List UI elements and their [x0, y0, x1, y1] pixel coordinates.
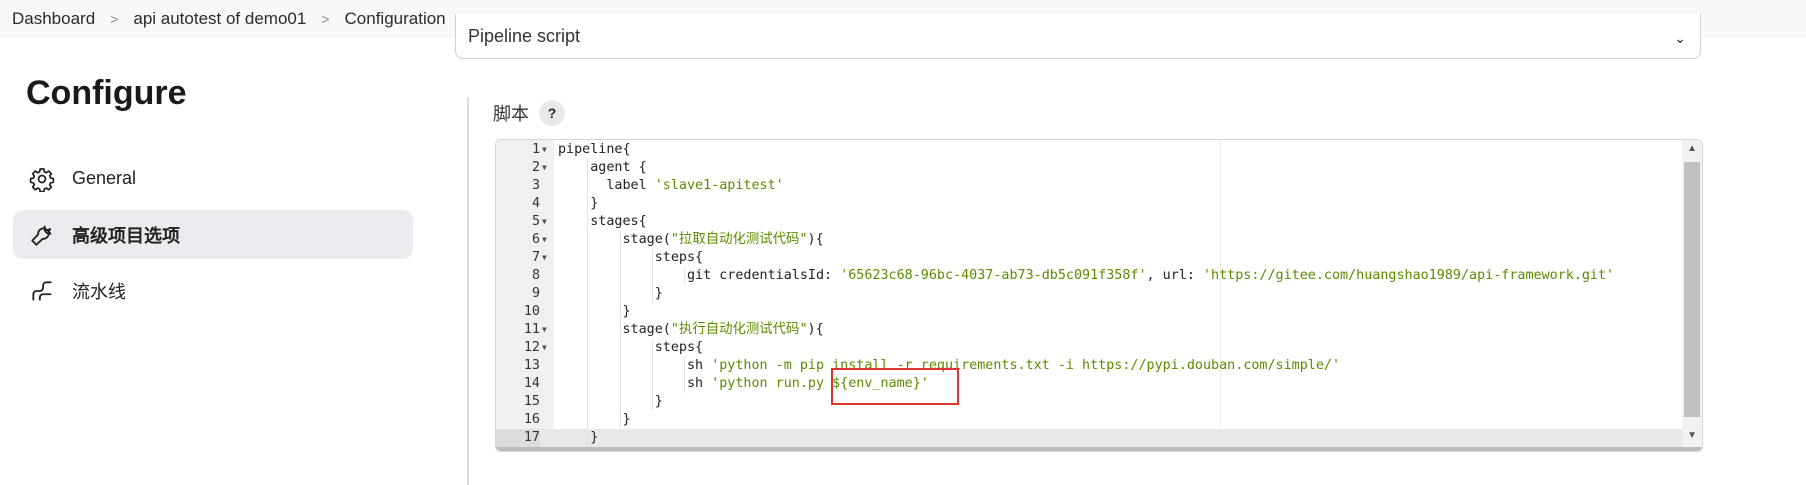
line-number: 9: [531, 286, 540, 301]
code-text: stages{: [558, 214, 647, 229]
fold-toggle-icon[interactable]: ▼: [542, 141, 547, 159]
code-line[interactable]: 16 }: [496, 411, 1684, 429]
horizontal-scrollbar[interactable]: [496, 447, 1702, 451]
breadcrumb-dashboard[interactable]: Dashboard: [12, 9, 95, 29]
code-text: }: [558, 430, 599, 445]
nav-item-general[interactable]: General: [13, 154, 413, 203]
line-number: 17: [496, 429, 540, 447]
help-icon[interactable]: ?: [539, 100, 565, 126]
code-text: }: [558, 196, 599, 211]
scroll-up-icon[interactable]: ▲: [1687, 143, 1697, 154]
code-line[interactable]: 2 ▼ agent {: [496, 159, 1684, 177]
gear-icon: [29, 167, 55, 192]
code-text: }: [558, 286, 663, 301]
config-nav: General 高级项目选项 流水线: [13, 154, 413, 322]
line-number: 5: [531, 214, 540, 229]
line-number: 1: [531, 142, 540, 157]
wrench-icon: [31, 225, 52, 246]
line-number: 14: [523, 376, 540, 391]
code-text: git credentialsId: '65623c68-96bc-4037-a…: [558, 268, 1615, 283]
scroll-thumb[interactable]: [1684, 162, 1700, 417]
annotation-highlight-box: [831, 368, 959, 405]
code-line[interactable]: 1 ▼ pipeline{: [496, 141, 1684, 159]
script-label-text: 脚本: [493, 104, 529, 124]
pipeline-icon: [32, 280, 52, 301]
vertical-scrollbar[interactable]: ▲ ▼: [1682, 140, 1702, 451]
fold-toggle-icon[interactable]: ▼: [542, 213, 547, 231]
nav-item-label: 高级项目选项: [72, 225, 180, 246]
code-line[interactable]: 13 sh 'python -m pip install -r requirem…: [496, 357, 1684, 375]
line-number: 13: [523, 358, 540, 373]
code-lines: 1 ▼ pipeline{2 ▼ agent {3 label 'slave1-api…: [496, 141, 1684, 447]
code-line[interactable]: 3 label 'slave1-apitest': [496, 177, 1684, 195]
code-line[interactable]: 9 }: [496, 285, 1684, 303]
code-line[interactable]: 17 }: [496, 429, 1684, 447]
nav-item-label: 流水线: [72, 281, 126, 302]
nav-item-pipeline[interactable]: 流水线: [13, 266, 413, 315]
breadcrumb-configuration[interactable]: Configuration: [345, 9, 446, 29]
fold-toggle-icon[interactable]: ▼: [542, 231, 547, 249]
code-line[interactable]: 12 ▼ steps{: [496, 339, 1684, 357]
fold-toggle-icon[interactable]: ▼: [542, 321, 547, 339]
code-line[interactable]: 11 ▼ stage("执行自动化测试代码"){: [496, 321, 1684, 339]
code-text: agent {: [558, 160, 647, 175]
code-text: steps{: [558, 340, 704, 355]
code-text: stage("执行自动化测试代码"){: [558, 322, 824, 337]
line-number: 7: [531, 250, 540, 265]
chevron-right-icon: >: [110, 11, 119, 27]
code-line[interactable]: 14 sh 'python run.py ${env_name}': [496, 375, 1684, 393]
section-divider: [467, 97, 469, 485]
scroll-down-icon[interactable]: ▼: [1687, 430, 1697, 441]
line-number: 15: [523, 394, 540, 409]
breadcrumb-job[interactable]: api autotest of demo01: [133, 9, 306, 29]
code-line[interactable]: 15 }: [496, 393, 1684, 411]
fold-toggle-icon[interactable]: ▼: [542, 159, 547, 177]
line-number: 11: [523, 322, 540, 337]
line-number: 3: [531, 178, 540, 193]
line-number: 4: [531, 196, 540, 211]
code-text: steps{: [558, 250, 704, 265]
script-editor[interactable]: 1 ▼ pipeline{2 ▼ agent {3 label 'slave1-api…: [495, 139, 1703, 452]
code-text: pipeline{: [558, 142, 631, 157]
code-text: }: [558, 394, 663, 409]
fold-toggle-icon[interactable]: ▼: [542, 249, 547, 267]
code-text: label 'slave1-apitest': [558, 178, 784, 193]
line-number: 10: [523, 304, 540, 319]
code-line[interactable]: 4 }: [496, 195, 1684, 213]
definition-select[interactable]: Pipeline script ⌄: [455, 14, 1701, 59]
code-text: }: [558, 412, 631, 427]
page-title: Configure: [26, 74, 187, 112]
line-number: 16: [523, 412, 540, 427]
line-number: 8: [531, 268, 540, 283]
nav-item-label: General: [72, 168, 137, 188]
fold-toggle-icon[interactable]: ▼: [542, 339, 547, 357]
code-line[interactable]: 7 ▼ steps{: [496, 249, 1684, 267]
code-text: }: [558, 304, 631, 319]
script-label: 脚本 ?: [493, 100, 565, 126]
code-line[interactable]: 6 ▼ stage("拉取自动化测试代码"){: [496, 231, 1684, 249]
chevron-down-icon: ⌄: [1674, 30, 1686, 46]
line-number: 6: [531, 232, 540, 247]
code-line[interactable]: 10 }: [496, 303, 1684, 321]
nav-item-advanced[interactable]: 高级项目选项: [13, 210, 413, 259]
code-line[interactable]: 8 git credentialsId: '65623c68-96bc-4037…: [496, 267, 1684, 285]
code-text: stage("拉取自动化测试代码"){: [558, 232, 824, 247]
code-line[interactable]: 5 ▼ stages{: [496, 213, 1684, 231]
line-number: 2: [531, 160, 540, 175]
definition-select-value: Pipeline script: [468, 26, 581, 46]
line-number: 12: [523, 340, 540, 355]
chevron-right-icon: >: [321, 11, 330, 27]
